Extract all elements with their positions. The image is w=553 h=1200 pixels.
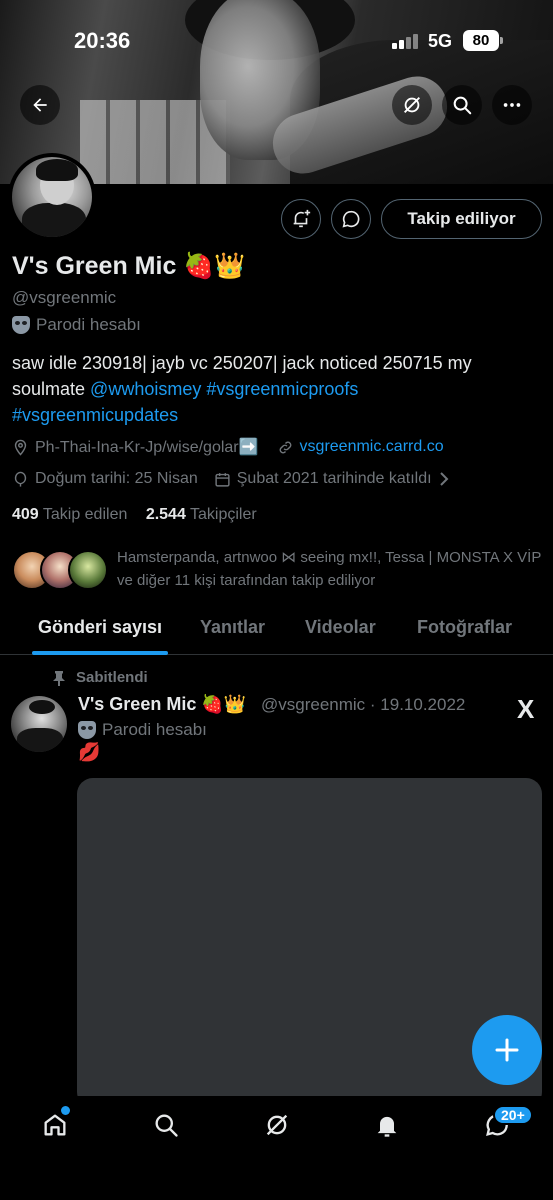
notify-button[interactable] <box>281 199 321 239</box>
parody-text: Parodi hesabı <box>36 315 141 334</box>
parody-mask-icon <box>12 316 30 334</box>
signal-icon <box>392 33 420 49</box>
profile-joined: Şubat 2021 tarihinde katıldı <box>236 470 432 487</box>
battery-icon: 80 <box>463 30 499 51</box>
profile-birthday: Doğum tarihi: 25 Nisan <box>35 470 198 487</box>
profile-bio: saw idle 230918| jayb vc 250207| jack no… <box>12 350 532 428</box>
network-type: 5G <box>428 31 453 51</box>
following-count: 409 <box>12 506 39 523</box>
search-icon <box>155 1114 178 1137</box>
avatar-image <box>12 157 92 237</box>
status-bar: 20:36 5G 80 <box>0 0 553 80</box>
followed-by-row[interactable]: Hamsterpanda, artnwoo ⋈ seeing mx!!, Tes… <box>12 546 542 596</box>
followers-label: Takipçiler <box>190 506 257 523</box>
pinned-indicator: Sabitlendi <box>52 669 148 686</box>
post-parody-label: Parodi hesabı <box>78 720 207 740</box>
notifications-icon <box>377 1116 397 1137</box>
tab-videos[interactable]: Videolar <box>305 617 376 638</box>
nav-notifications[interactable] <box>372 1110 402 1140</box>
tab-posts[interactable]: Gönderi sayısı <box>38 617 162 638</box>
following-label: Takip edilen <box>42 506 128 523</box>
post-meta: @vsgreenmic · 19.10.2022 <box>261 695 466 714</box>
active-tab-indicator <box>32 651 168 655</box>
bio-hashtag-link[interactable]: #vsgreenmicproofs <box>206 379 358 399</box>
profile-meta-row: Ph-Thai-Ina-Kr-Jp/wise/golar➡️ vsgreenmi… <box>12 437 444 457</box>
following-button[interactable]: Takip ediliyor <box>381 199 542 239</box>
follower-avatar <box>68 550 108 590</box>
profile-location: Ph-Thai-Ina-Kr-Jp/wise/golar➡️ <box>35 439 259 456</box>
profile-tabs: Gönderi sayısı Yanıtlar Videolar Fotoğra… <box>0 605 553 655</box>
grok-icon <box>404 97 420 113</box>
compose-button[interactable] <box>472 1015 542 1085</box>
pinned-label: Sabitlendi <box>76 669 148 686</box>
profile-name: V's Green Mic 🍓👑 <box>12 252 246 280</box>
bottom-navigation: 20+ <box>0 1096 553 1200</box>
more-button[interactable] <box>492 85 532 125</box>
grok-button[interactable] <box>392 85 432 125</box>
followers-count: 2.544 <box>145 506 186 523</box>
bio-hashtag-link[interactable]: #vsgreenmicupdates <box>12 405 178 425</box>
balloon-icon <box>12 471 29 488</box>
profile-website-link[interactable]: vsgreenmic.carrd.co <box>300 438 444 456</box>
post-text: 💋 <box>78 742 101 762</box>
battery-tip <box>500 37 503 44</box>
nav-grok[interactable] <box>262 1110 292 1140</box>
followers-link[interactable]: 2.544 Takipçiler <box>146 506 257 523</box>
link-icon <box>277 439 294 456</box>
profile-meta-row-2: Doğum tarihi: 25 Nisan Şubat 2021 tarihi… <box>12 470 456 488</box>
message-button[interactable] <box>331 199 371 239</box>
search-button[interactable] <box>442 85 482 125</box>
bell-plus-icon <box>293 209 311 228</box>
followed-by-text: Hamsterpanda, artnwoo ⋈ seeing mx!!, Tes… <box>117 549 542 589</box>
profile-handle: @vsgreenmic <box>12 288 117 307</box>
calendar-icon <box>214 471 231 488</box>
parody-label: Parodi hesabı <box>12 315 141 335</box>
x-logo-icon: X <box>517 694 535 724</box>
tab-photos[interactable]: Fotoğraflar <box>417 617 512 638</box>
home-unread-dot <box>61 1106 70 1115</box>
tab-replies[interactable]: Yanıtlar <box>200 617 265 638</box>
nav-search[interactable] <box>151 1110 181 1140</box>
pin-icon <box>53 670 65 686</box>
chevron-right-icon[interactable] <box>438 472 450 486</box>
messages-badge: 20+ <box>493 1105 533 1125</box>
location-icon <box>12 439 29 456</box>
bio-mention-link[interactable]: @wwhoismey <box>90 379 201 399</box>
post-author-name[interactable]: V's Green Mic 🍓👑 <box>78 694 246 715</box>
arrow-left-icon <box>33 98 47 112</box>
plus-icon <box>495 1038 519 1062</box>
follow-counts: 409 Takip edilen 2.544 Takipçiler <box>12 506 257 524</box>
post-parody-text: Parodi hesabı <box>102 720 207 739</box>
home-icon <box>44 1114 66 1136</box>
more-icon <box>503 103 521 107</box>
parody-mask-icon <box>78 721 96 739</box>
search-icon <box>453 96 472 115</box>
back-button[interactable] <box>20 85 60 125</box>
grok-icon <box>266 1114 288 1136</box>
status-time: 20:36 <box>74 28 131 53</box>
following-link[interactable]: 409 Takip edilen <box>12 506 127 523</box>
profile-avatar[interactable] <box>8 153 96 241</box>
chat-bubble-icon <box>342 210 360 228</box>
post-author-avatar[interactable] <box>11 696 67 752</box>
